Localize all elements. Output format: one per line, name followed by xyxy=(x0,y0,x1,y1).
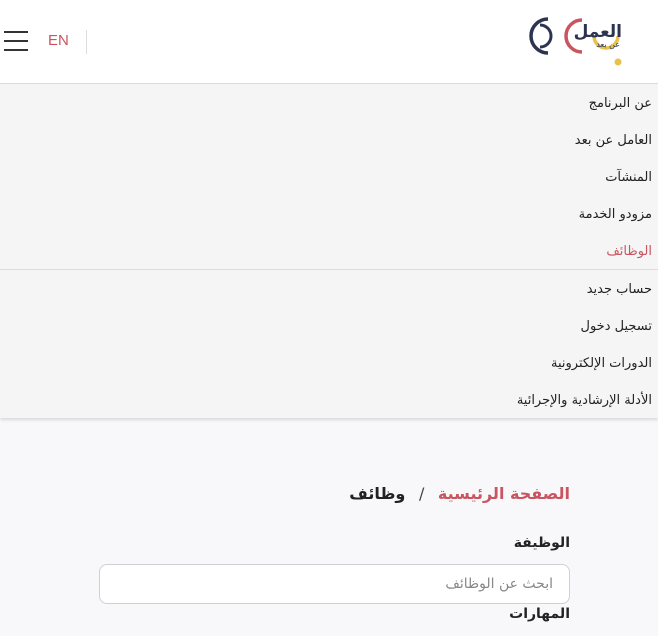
breadcrumb: الصفحة الرئيسية / وظائف xyxy=(349,484,570,503)
menu-divider xyxy=(0,269,658,270)
site-logo[interactable]: العمل عن بعد xyxy=(526,10,642,70)
breadcrumb-home[interactable]: الصفحة الرئيسية xyxy=(438,484,570,503)
language-toggle[interactable]: EN xyxy=(48,32,69,49)
menu-item-login[interactable]: تسجيل دخول xyxy=(581,319,653,334)
menu-item-remote-worker[interactable]: العامل عن بعد xyxy=(575,133,652,148)
hamburger-menu-icon[interactable] xyxy=(4,31,28,51)
menu-item-e-courses[interactable]: الدورات الإلكترونية xyxy=(551,356,652,371)
menu-item-jobs[interactable]: الوظائف xyxy=(606,244,652,259)
skills-label: المهارات xyxy=(509,606,570,622)
breadcrumb-separator: / xyxy=(418,484,425,503)
site-header: EN العمل عن بعد xyxy=(0,0,658,84)
menu-item-service-providers[interactable]: مزودو الخدمة xyxy=(579,207,652,222)
menu-item-establishments[interactable]: المنشآت xyxy=(605,170,652,185)
menu-item-about[interactable]: عن البرنامج xyxy=(589,96,652,111)
job-label: الوظيفة xyxy=(513,535,570,551)
job-search-input[interactable] xyxy=(99,564,570,604)
navigation-menu: عن البرنامج العامل عن بعد المنشآت مزودو … xyxy=(0,84,658,418)
logo-text: العمل xyxy=(573,22,622,42)
logo-subtext: عن بعد xyxy=(596,40,620,49)
breadcrumb-current: وظائف xyxy=(349,484,406,503)
menu-item-guides[interactable]: الأدلة الإرشادية والإجرائية xyxy=(517,393,652,408)
menu-item-new-account[interactable]: حساب جديد xyxy=(587,282,652,297)
header-divider xyxy=(86,30,87,54)
